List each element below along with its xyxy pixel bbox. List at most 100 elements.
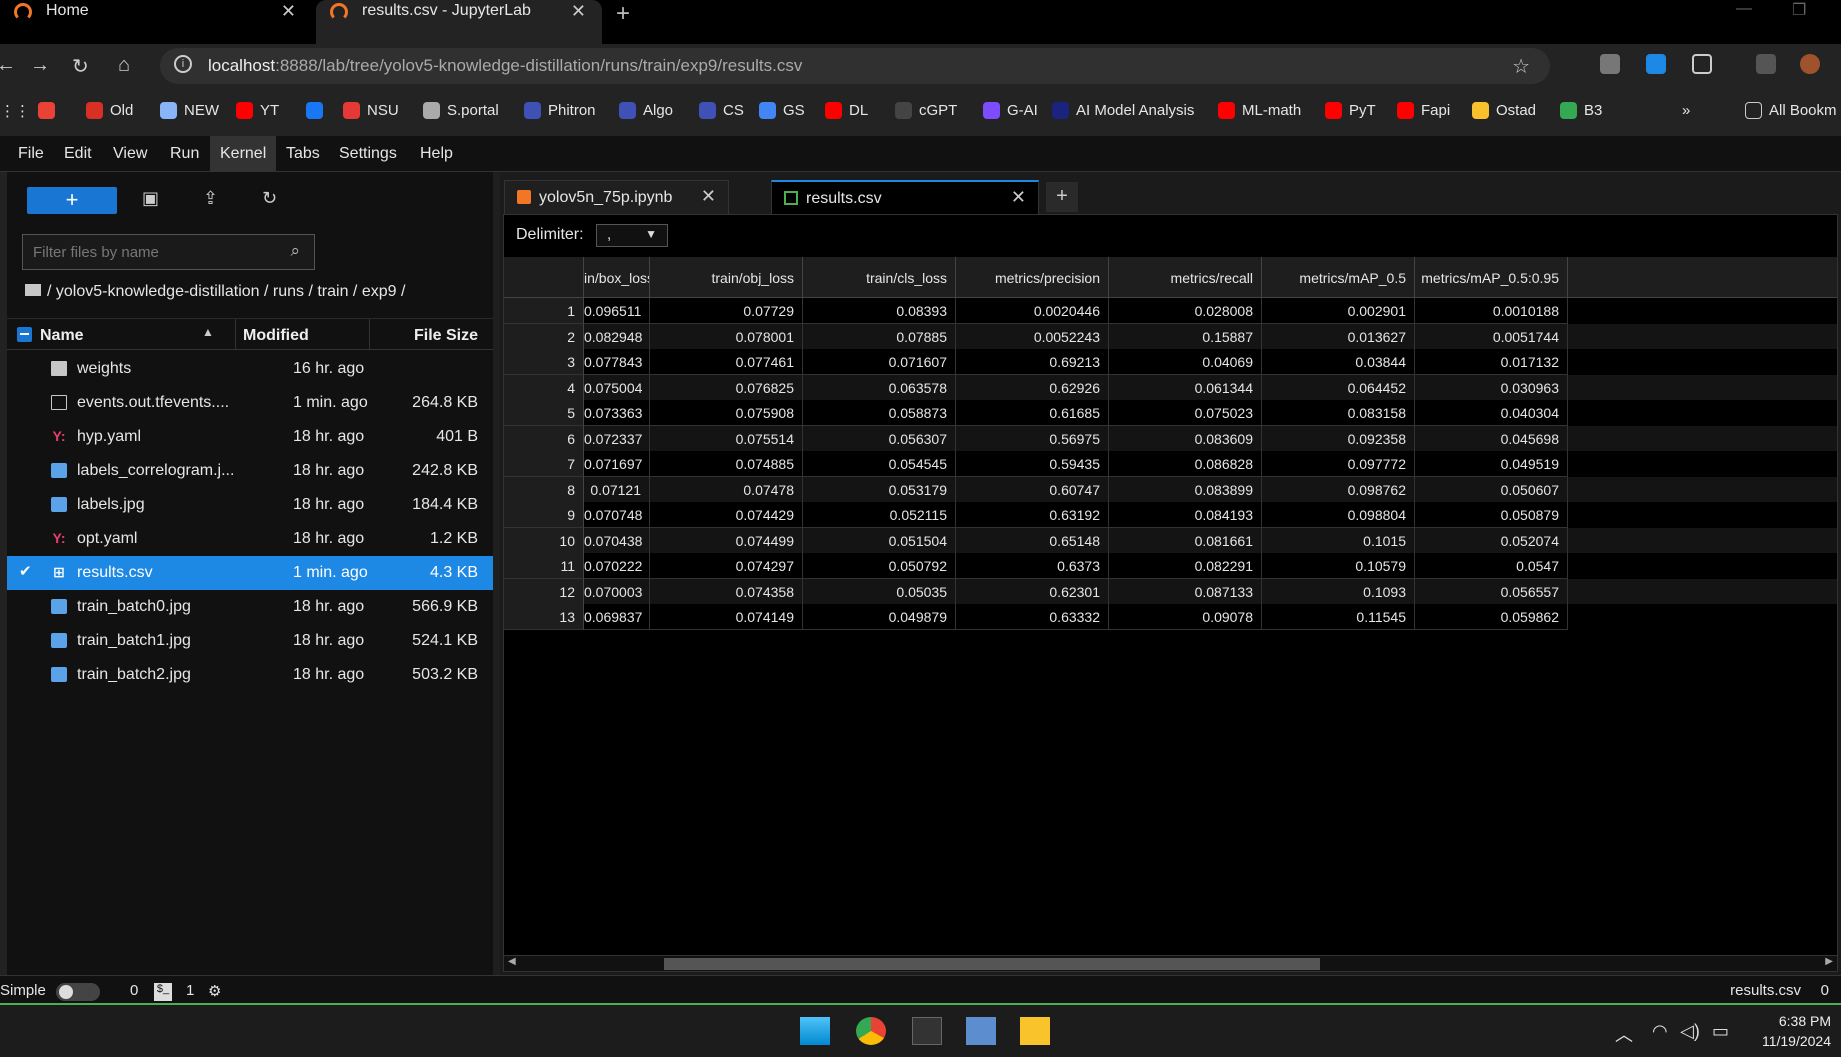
reload-icon[interactable]: ↻	[72, 54, 89, 79]
horizontal-scrollbar[interactable]: ◀ ▶	[504, 955, 1837, 971]
menu-file[interactable]: File	[18, 145, 44, 163]
bookmark-s-portal[interactable]: S.portal	[423, 102, 499, 119]
table-cell[interactable]: 0.081661	[1109, 527, 1262, 554]
table-cell[interactable]: 0.075004	[584, 374, 650, 401]
table-cell[interactable]: 0.083899	[1109, 476, 1262, 503]
simple-mode-toggle[interactable]	[56, 983, 100, 1001]
table-cell[interactable]: 0.074429	[650, 502, 803, 528]
table-row[interactable]: 9 0.070748 0.074429 0.052115 0.63192 0.084193…	[504, 502, 1837, 528]
bookmark-icon-0[interactable]	[38, 102, 62, 119]
table-cell[interactable]: 0.59435	[956, 451, 1109, 477]
menu-settings[interactable]: Settings	[339, 145, 397, 163]
address-bar[interactable]: i localhost:8888/lab/tree/yolov5-knowled…	[160, 48, 1550, 84]
table-cell[interactable]: 0.09078	[1109, 604, 1262, 630]
table-cell[interactable]: 0.074149	[650, 604, 803, 630]
new-tab-button[interactable]: +	[616, 0, 630, 28]
table-cell[interactable]: 0.65148	[956, 527, 1109, 554]
table-cell[interactable]: 0.077461	[650, 349, 803, 375]
column-header[interactable]: train/cls_loss	[803, 257, 956, 298]
table-cell[interactable]: 0.050607	[1415, 476, 1568, 503]
table-cell[interactable]: 0.064452	[1262, 374, 1415, 401]
menu-tabs[interactable]: Tabs	[286, 145, 320, 163]
terminal-app-icon[interactable]	[912, 1017, 942, 1045]
table-cell[interactable]: 0.076825	[650, 374, 803, 401]
puzzle-icon[interactable]	[1692, 54, 1712, 74]
bookmark-b3[interactable]: B3	[1560, 102, 1602, 119]
table-cell[interactable]: 0.071697	[584, 451, 650, 477]
table-cell[interactable]: 0.092358	[1262, 425, 1415, 452]
refresh-icon[interactable]: ↻	[262, 188, 277, 209]
bookmark-g-ai[interactable]: G-AI	[983, 102, 1038, 119]
table-cell[interactable]: 0.052074	[1415, 527, 1568, 554]
menu-kernel[interactable]: Kernel	[210, 136, 277, 172]
extension-icon[interactable]	[1646, 54, 1666, 74]
table-cell[interactable]: 0.030963	[1415, 374, 1568, 401]
table-cell[interactable]: 0.63192	[956, 502, 1109, 528]
home-icon[interactable]: ⌂	[118, 54, 130, 77]
table-cell[interactable]: 0.028008	[1109, 298, 1262, 324]
table-row[interactable]: 7 0.071697 0.074885 0.054545 0.59435 0.086828…	[504, 451, 1837, 477]
scroll-left-icon[interactable]: ◀	[508, 956, 516, 967]
new-folder-icon[interactable]: ▣	[142, 188, 159, 209]
bookmark-cgpt[interactable]: cGPT	[895, 102, 957, 119]
table-row[interactable]: 5 0.073363 0.075908 0.058873 0.61685 0.075023…	[504, 400, 1837, 426]
table-row[interactable]: 10 0.070438 0.074499 0.051504 0.65148 0.08166…	[504, 527, 1837, 554]
table-cell[interactable]: 0.074358	[650, 578, 803, 605]
table-row[interactable]: 6 0.072337 0.075514 0.056307 0.56975 0.083609…	[504, 425, 1837, 452]
table-cell[interactable]: 0.07885	[803, 323, 956, 350]
close-icon[interactable]: ✕	[701, 186, 716, 207]
table-cell[interactable]: 0.054545	[803, 451, 956, 477]
apps-icon[interactable]: ⋮⋮	[0, 102, 30, 120]
table-cell[interactable]: 0.074885	[650, 451, 803, 477]
column-modified[interactable]: Modified	[243, 327, 309, 345]
table-cell[interactable]: 0.04069	[1109, 349, 1262, 375]
menu-run[interactable]: Run	[170, 145, 199, 163]
camera-icon[interactable]	[1600, 54, 1620, 74]
file-row[interactable]: ✔ ⊞ results.csv 1 min. ago 4.3 KB	[7, 556, 493, 590]
bookmarks-overflow-icon[interactable]: »	[1682, 102, 1690, 119]
table-cell[interactable]: 0.056557	[1415, 578, 1568, 605]
table-cell[interactable]: 0.051504	[803, 527, 956, 554]
kernel-count[interactable]: 1	[186, 982, 194, 999]
upload-icon[interactable]: ⇪	[203, 188, 218, 209]
table-cell[interactable]: 0.07729	[650, 298, 803, 324]
browser-tab-home[interactable]: Home ✕	[0, 0, 312, 44]
bookmark-ml-math[interactable]: ML-math	[1218, 102, 1301, 119]
table-cell[interactable]: 0.11545	[1262, 604, 1415, 630]
add-tab-button[interactable]: +	[1046, 182, 1078, 212]
chevron-up-icon[interactable]: ︿	[1615, 1021, 1633, 1047]
table-cell[interactable]: 0.60747	[956, 476, 1109, 503]
bookmark-nsu[interactable]: NSU	[343, 102, 399, 119]
table-cell[interactable]: 0.074499	[650, 527, 803, 554]
table-cell[interactable]: 0.10579	[1262, 553, 1415, 579]
table-cell[interactable]: 0.002901	[1262, 298, 1415, 324]
file-row[interactable]: train_batch1.jpg 18 hr. ago 524.1 KB	[7, 624, 493, 658]
bookmark-pyt[interactable]: PyT	[1325, 102, 1376, 119]
table-cell[interactable]: 0.058873	[803, 400, 956, 426]
file-row[interactable]: labels_correlogram.j... 18 hr. ago 242.8 K…	[7, 454, 493, 488]
table-cell[interactable]: 0.073363	[584, 400, 650, 426]
bookmark-yt[interactable]: YT	[236, 102, 279, 119]
table-row[interactable]: 3 0.077843 0.077461 0.071607 0.69213 0.04069 0…	[504, 349, 1837, 375]
table-cell[interactable]: 0.082948	[584, 323, 650, 350]
table-row[interactable]: 2 0.082948 0.078001 0.07885 0.0052243 0.15887…	[504, 323, 1837, 350]
table-row[interactable]: 13 0.069837 0.074149 0.049879 0.63332 0.09078…	[504, 604, 1837, 630]
close-icon[interactable]: ✕	[571, 1, 586, 22]
column-header[interactable]: metrics/recall	[1109, 257, 1262, 298]
file-row[interactable]: weights 16 hr. ago	[7, 352, 493, 386]
column-header[interactable]: in/box_loss	[584, 257, 650, 298]
battery-icon[interactable]: ▭	[1712, 1021, 1729, 1042]
table-cell[interactable]: 0.083609	[1109, 425, 1262, 452]
table-cell[interactable]: 0.1093	[1262, 578, 1415, 605]
table-cell[interactable]: 0.0051744	[1415, 323, 1568, 350]
table-cell[interactable]: 0.084193	[1109, 502, 1262, 528]
table-cell[interactable]: 0.56975	[956, 425, 1109, 452]
column-header[interactable]: metrics/mAP_0.5	[1262, 257, 1415, 298]
bookmark-star-icon[interactable]: ☆	[1512, 54, 1530, 79]
table-cell[interactable]: 0.0547	[1415, 553, 1568, 579]
table-cell[interactable]: 0.69213	[956, 349, 1109, 375]
table-cell[interactable]: 0.083158	[1262, 400, 1415, 426]
table-row[interactable]: 8 0.07121 0.07478 0.053179 0.60747 0.083899 0.…	[504, 476, 1837, 503]
table-cell[interactable]: 0.07478	[650, 476, 803, 503]
avatar[interactable]	[1800, 54, 1820, 74]
